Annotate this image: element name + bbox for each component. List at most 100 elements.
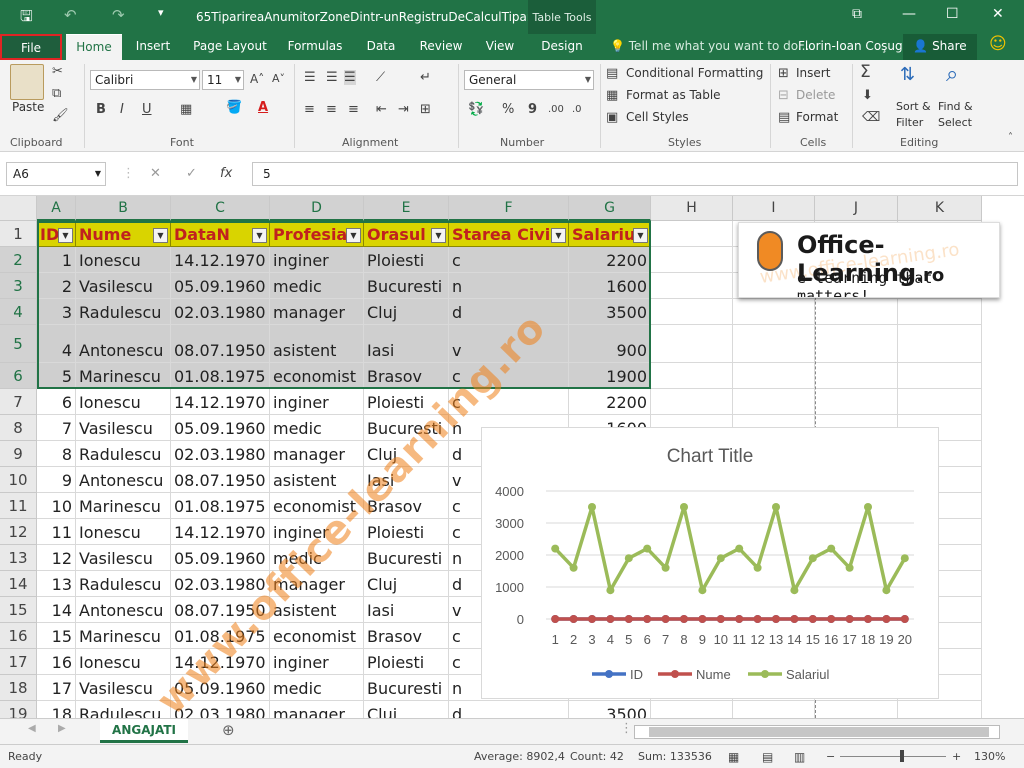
table-cell[interactable]: Antonescu	[76, 597, 171, 623]
table-cell[interactable]: asistent	[270, 325, 364, 363]
column-header[interactable]: F	[449, 196, 569, 221]
font-size-select[interactable]: 11 ▼	[202, 70, 244, 90]
table-cell[interactable]: 01.08.1975	[171, 623, 270, 649]
table-header-cell[interactable]: DataN ▼	[171, 221, 270, 247]
table-cell[interactable]: c	[449, 389, 569, 415]
bold-button[interactable]: B	[96, 102, 106, 117]
empty-cell[interactable]	[651, 363, 733, 389]
table-cell[interactable]: 05.09.1960	[171, 545, 270, 571]
table-cell[interactable]: 02.03.1980	[171, 571, 270, 597]
collapse-ribbon-icon[interactable]: ˄	[1008, 132, 1013, 143]
row-header[interactable]: 15	[0, 597, 37, 623]
worksheet-grid[interactable]: A B C D E F G H I J K 1 ID ▼ Nume ▼ DataN ▼ Profesia ▼ Orasu…	[0, 196, 1024, 718]
format-cells-button[interactable]: Format	[796, 110, 838, 124]
table-cell[interactable]: asistent	[270, 597, 364, 623]
table-cell[interactable]: 17	[37, 675, 76, 701]
next-sheet-icon[interactable]: ▶	[58, 723, 66, 734]
table-cell[interactable]: 4	[37, 325, 76, 363]
table-cell[interactable]: Brasov	[364, 363, 449, 389]
table-cell[interactable]: 7	[37, 415, 76, 441]
conditional-formatting-button[interactable]: Conditional Formatting	[626, 66, 763, 80]
table-cell[interactable]: 05.09.1960	[171, 273, 270, 299]
zoom-slider-thumb[interactable]	[900, 750, 904, 762]
ribbon-display-icon[interactable]: ⧉	[852, 6, 862, 22]
empty-cell[interactable]	[815, 389, 898, 415]
increase-decimal-icon[interactable]: .00	[548, 104, 564, 115]
find-select-button-line2[interactable]: Select	[938, 116, 972, 129]
row-header[interactable]: 6	[0, 363, 37, 389]
tab-insert[interactable]: Insert	[128, 34, 178, 60]
find-select-button[interactable]: Find &	[938, 100, 973, 113]
table-cell[interactable]: Iasi	[364, 467, 449, 493]
row-header[interactable]: 4	[0, 299, 37, 325]
table-cell[interactable]: Ploiesti	[364, 649, 449, 675]
empty-cell[interactable]	[651, 701, 733, 718]
row-header[interactable]: 16	[0, 623, 37, 649]
zoom-level[interactable]: 130%	[974, 750, 1005, 763]
user-name[interactable]: Florin-Ioan Coşug	[798, 39, 903, 53]
column-header[interactable]: D	[270, 196, 364, 221]
align-center-icon[interactable]: ≡	[326, 102, 337, 117]
table-cell[interactable]: 14.12.1970	[171, 389, 270, 415]
table-cell[interactable]: d	[449, 299, 569, 325]
column-header[interactable]: B	[76, 196, 171, 221]
name-box[interactable]: A6 ▼	[6, 162, 106, 186]
table-cell[interactable]: 18	[37, 701, 76, 718]
table-cell[interactable]: Vasilescu	[76, 545, 171, 571]
italic-button[interactable]: I	[120, 102, 124, 117]
table-cell[interactable]: 08.07.1950	[171, 325, 270, 363]
table-cell[interactable]: Brasov	[364, 493, 449, 519]
table-cell[interactable]: Ploiesti	[364, 389, 449, 415]
table-cell[interactable]: 14.12.1970	[171, 649, 270, 675]
table-cell[interactable]: economist	[270, 493, 364, 519]
tab-home[interactable]: Home	[66, 34, 122, 60]
table-cell[interactable]: Antonescu	[76, 325, 171, 363]
table-cell[interactable]: 14.12.1970	[171, 519, 270, 545]
table-cell[interactable]: 900	[569, 325, 651, 363]
wrap-text-icon[interactable]: ↵	[420, 70, 431, 85]
filter-dropdown-icon[interactable]: ▼	[431, 228, 446, 243]
save-icon[interactable]: 🖫	[20, 6, 33, 31]
row-header[interactable]: 14	[0, 571, 37, 597]
table-cell[interactable]: 05.09.1960	[171, 415, 270, 441]
table-cell[interactable]: Marinescu	[76, 623, 171, 649]
table-cell[interactable]: 1600	[569, 273, 651, 299]
table-cell[interactable]: economist	[270, 363, 364, 389]
table-cell[interactable]: 2	[37, 273, 76, 299]
decrease-decimal-icon[interactable]: .0	[572, 104, 582, 115]
table-cell[interactable]: 02.03.1980	[171, 701, 270, 718]
zoom-in-icon[interactable]: +	[952, 750, 961, 763]
table-cell[interactable]: Ionescu	[76, 519, 171, 545]
table-header-cell[interactable]: ID ▼	[37, 221, 76, 247]
orientation-icon[interactable]: ⟋	[376, 70, 385, 85]
empty-cell[interactable]	[651, 389, 733, 415]
empty-cell[interactable]	[651, 325, 733, 363]
insert-function-button[interactable]: fx	[220, 166, 232, 181]
table-cell[interactable]: 08.07.1950	[171, 467, 270, 493]
table-cell[interactable]: Ploiesti	[364, 519, 449, 545]
minimize-icon[interactable]: —	[902, 6, 916, 22]
empty-cell[interactable]	[651, 299, 733, 325]
sort-filter-button[interactable]: Sort &	[896, 100, 931, 113]
empty-cell[interactable]	[815, 701, 898, 718]
tab-file[interactable]: File	[0, 34, 62, 60]
comma-style-button[interactable]: 9	[528, 102, 537, 117]
row-header[interactable]: 1	[0, 221, 37, 247]
copy-icon[interactable]: ⧉	[52, 86, 61, 101]
maximize-icon[interactable]: ☐	[946, 6, 959, 22]
tell-me-search[interactable]: 💡 Tell me what you want to do...	[610, 39, 809, 53]
merge-center-icon[interactable]: ⊞	[420, 102, 431, 117]
table-cell[interactable]: Bucuresti	[364, 415, 449, 441]
table-cell[interactable]: Cluj	[364, 701, 449, 718]
empty-cell[interactable]	[651, 221, 733, 247]
delete-cells-button[interactable]: Delete	[796, 88, 835, 102]
table-cell[interactable]: medic	[270, 273, 364, 299]
table-header-cell[interactable]: Nume ▼	[76, 221, 171, 247]
table-cell[interactable]: Radulescu	[76, 701, 171, 718]
table-cell[interactable]: 16	[37, 649, 76, 675]
align-left-icon[interactable]: ≡	[304, 102, 315, 117]
fill-color-icon[interactable]: 🪣	[226, 100, 242, 115]
table-header-cell[interactable]: Profesia ▼	[270, 221, 364, 247]
table-cell[interactable]: 14.12.1970	[171, 247, 270, 273]
table-cell[interactable]: manager	[270, 441, 364, 467]
